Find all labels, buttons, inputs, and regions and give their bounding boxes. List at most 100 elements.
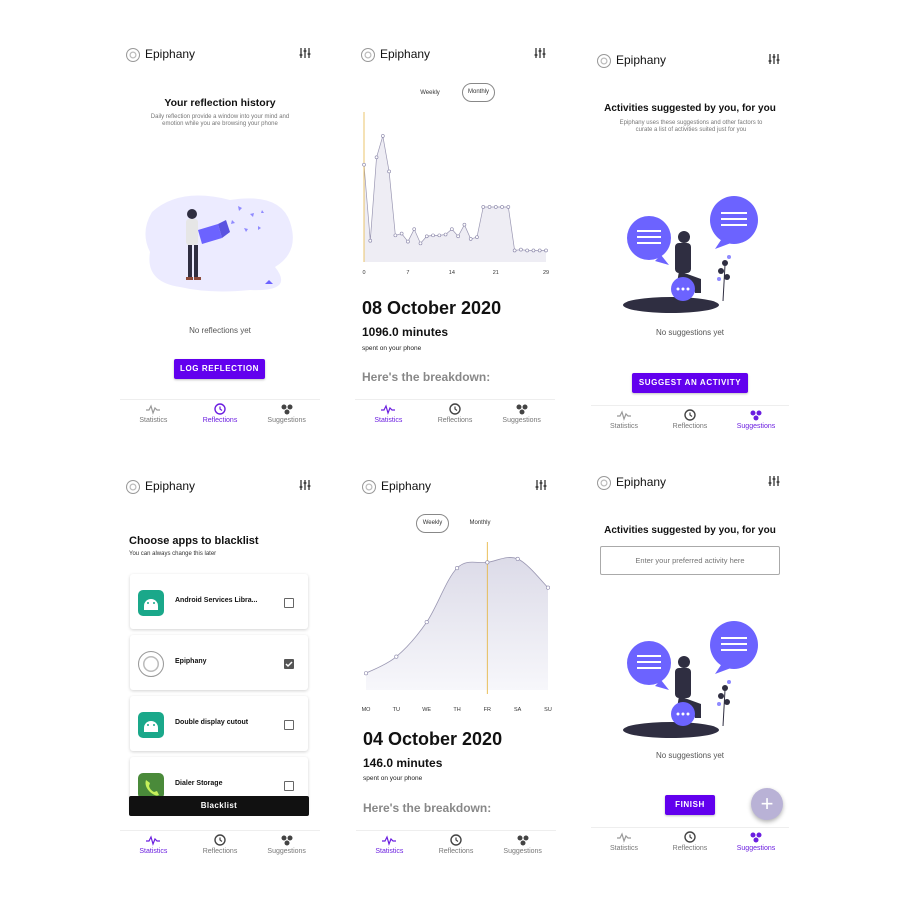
log-reflection-button[interactable]: LOG REFLECTION: [174, 359, 265, 379]
data-point: [455, 566, 460, 571]
data-point: [424, 234, 429, 239]
nav-statistics-label: Statistics: [374, 417, 403, 424]
data-point: [544, 248, 548, 253]
x-tick-label: 29: [543, 270, 549, 276]
nav-statistics-label: Statistics: [139, 848, 168, 855]
pulse-icon: [146, 835, 161, 846]
nav-reflections-label: Reflections: [202, 848, 238, 855]
plus-icon: +: [760, 791, 774, 816]
app-title: Epiphany: [145, 47, 196, 61]
nav-reflections[interactable]: Reflections: [423, 831, 490, 860]
app-title: Epiphany: [616, 53, 667, 67]
toggle-monthly[interactable]: Monthly: [462, 83, 495, 102]
blacklist-checkbox[interactable]: [284, 720, 294, 730]
screen-suggestions: Epiphany Activities suggested by you, fo…: [591, 48, 789, 438]
x-tick-label: SU: [544, 707, 552, 713]
nav-suggestions-label: Suggestions: [502, 417, 541, 424]
app-name: Android Services Libra...: [175, 597, 258, 604]
nav-suggestions[interactable]: Suggestions: [488, 400, 555, 429]
pulse-icon: [146, 404, 161, 415]
app-logo-icon: [597, 476, 611, 490]
nav-reflections-label: Reflections: [672, 423, 708, 430]
nav-reflections-label: Reflections: [437, 417, 473, 424]
activity-input[interactable]: [600, 546, 780, 575]
filter-icon[interactable]: [298, 478, 312, 492]
nav-reflections[interactable]: Reflections: [187, 831, 254, 860]
app-row-android-services[interactable]: Android Services Libra...: [130, 574, 308, 629]
toggle-monthly[interactable]: Monthly: [462, 514, 498, 532]
x-tick-label: MO: [362, 707, 372, 713]
nav-statistics[interactable]: Statistics: [356, 831, 423, 860]
blacklist-checkbox[interactable]: [284, 659, 294, 669]
nav-suggestions-label: Suggestions: [503, 848, 542, 855]
filter-icon[interactable]: [767, 474, 781, 488]
nav-suggestions[interactable]: Suggestions: [253, 400, 320, 429]
suggestions-icon: [281, 835, 293, 846]
suggestions-icon: [750, 410, 762, 421]
app-row-epiphany[interactable]: Epiphany: [130, 635, 308, 690]
filter-icon[interactable]: [534, 478, 548, 492]
x-tick-label: TH: [453, 707, 460, 713]
filter-icon[interactable]: [533, 46, 547, 60]
nav-reflections[interactable]: Reflections: [422, 400, 489, 429]
suggest-activity-button[interactable]: SUGGEST AN ACTIVITY: [632, 373, 748, 393]
blacklist-checkbox[interactable]: [284, 598, 294, 608]
add-fab[interactable]: +: [751, 788, 783, 820]
nav-statistics[interactable]: Statistics: [591, 828, 657, 857]
app-logo-icon: [362, 480, 376, 494]
top-bar: Epiphany: [355, 42, 555, 72]
suggestions-icon: [517, 835, 529, 846]
nav-suggestions[interactable]: Suggestions: [723, 406, 789, 435]
data-point: [437, 233, 442, 238]
nav-suggestions[interactable]: Suggestions: [253, 831, 320, 860]
suggestions-illustration: [623, 196, 758, 313]
data-point: [456, 234, 460, 239]
nav-suggestions[interactable]: Suggestions: [723, 828, 789, 857]
filter-icon[interactable]: [298, 46, 312, 60]
toggle-weekly[interactable]: Weekly: [416, 514, 449, 533]
top-bar: Epiphany: [120, 474, 320, 504]
finish-button[interactable]: FINISH: [665, 795, 715, 815]
nav-statistics[interactable]: Statistics: [120, 400, 187, 429]
nav-suggestions-label: Suggestions: [736, 845, 776, 852]
selected-date: 04 October 2020: [363, 729, 503, 749]
data-point: [515, 556, 520, 561]
nav-statistics[interactable]: Statistics: [591, 406, 657, 435]
app-logo-icon: [126, 48, 140, 62]
nav-statistics-label: Statistics: [609, 845, 638, 852]
app-row-double-display-cutout[interactable]: Double display cutout: [130, 696, 308, 751]
screen-statistics-weekly: Epiphany Weekly Monthly MO TU WE TH FR SA SU 0…: [356, 474, 556, 866]
nav-reflections-label: Reflections: [438, 848, 474, 855]
pulse-icon: [617, 832, 631, 843]
toggle-weekly[interactable]: Weekly: [412, 84, 448, 102]
data-point: [424, 620, 429, 625]
page-subtitle: You can always change this later: [129, 551, 217, 557]
nav-reflections[interactable]: Reflections: [657, 828, 723, 857]
x-tick-label: 0: [362, 270, 365, 276]
app-title: Epiphany: [616, 475, 667, 489]
data-point: [394, 654, 399, 659]
nav-statistics[interactable]: Statistics: [355, 400, 422, 429]
data-point: [537, 248, 542, 253]
nav-statistics[interactable]: Statistics: [120, 831, 187, 860]
top-bar: Epiphany: [356, 474, 556, 504]
data-point: [443, 232, 448, 237]
nav-reflections[interactable]: Reflections: [187, 400, 254, 429]
selected-date: 08 October 2020: [362, 298, 502, 318]
data-point: [546, 585, 551, 590]
nav-reflections[interactable]: Reflections: [657, 406, 723, 435]
empty-state-text: No suggestions yet: [655, 751, 725, 760]
data-point: [381, 134, 385, 138]
app-title: Epiphany: [380, 47, 431, 61]
nav-suggestions[interactable]: Suggestions: [489, 831, 556, 860]
blacklist-checkbox[interactable]: [284, 781, 294, 791]
data-point: [364, 671, 369, 676]
top-bar: Epiphany: [591, 470, 789, 500]
bottom-navigation: Statistics Reflections Suggestions: [355, 399, 555, 429]
nav-suggestions-label: Suggestions: [267, 417, 306, 424]
filter-icon[interactable]: [767, 52, 781, 66]
data-point: [412, 227, 417, 231]
blacklist-button[interactable]: Blacklist: [129, 796, 309, 816]
empty-state-text: No suggestions yet: [655, 328, 725, 337]
data-point: [374, 155, 379, 160]
